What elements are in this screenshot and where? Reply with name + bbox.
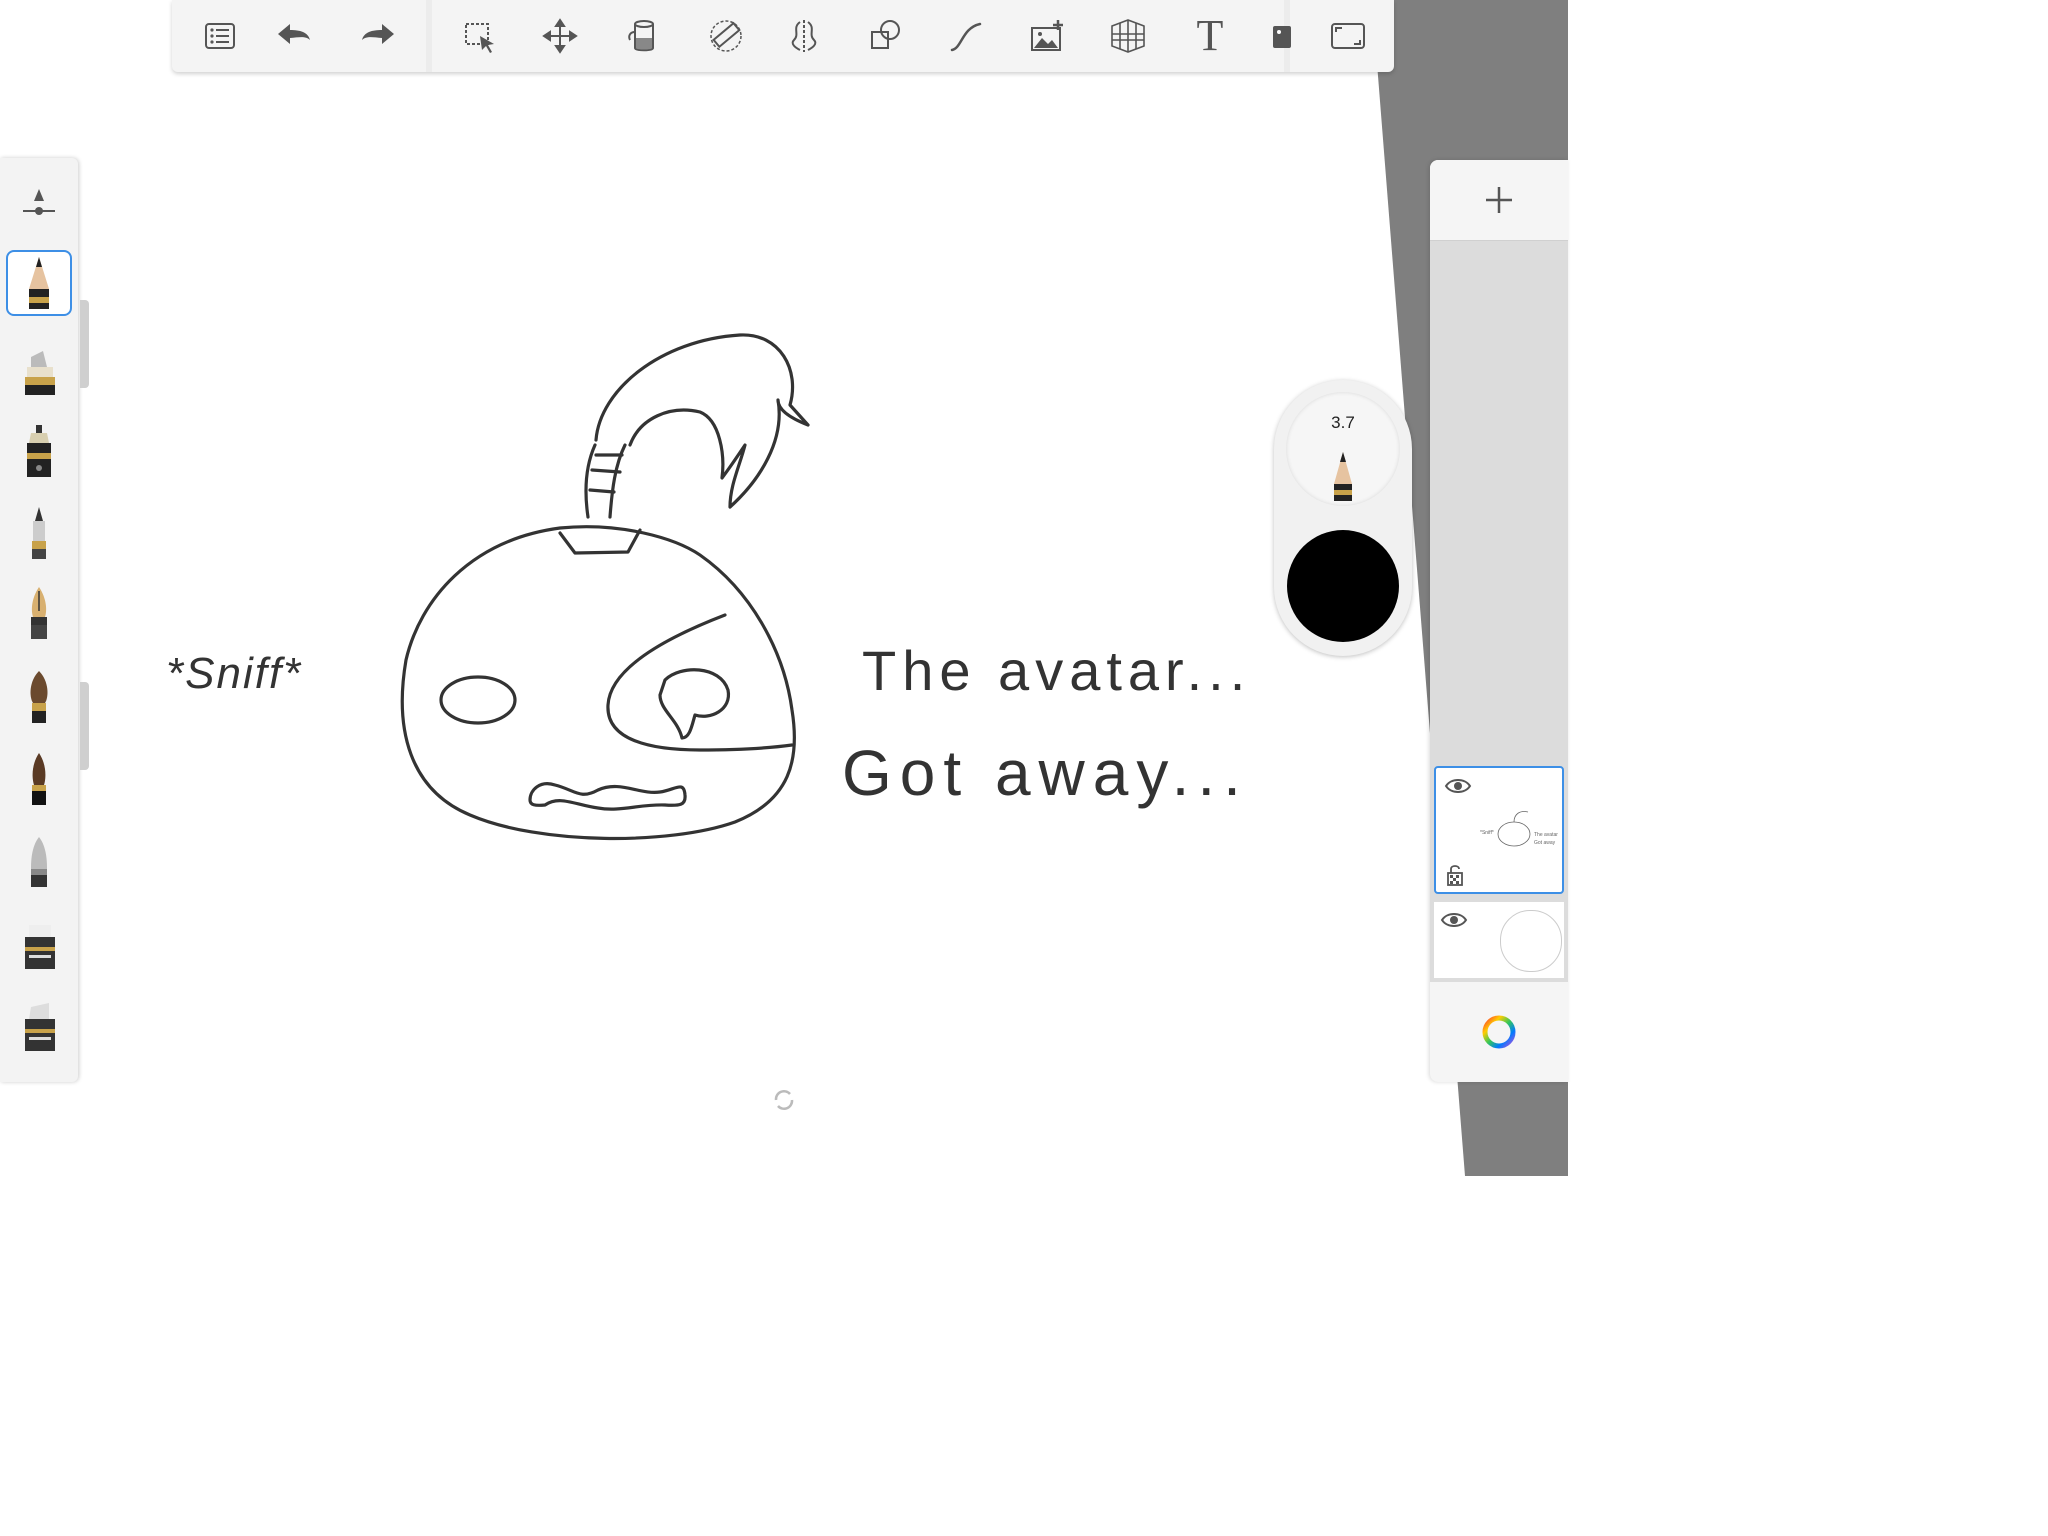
eraser-icon [25,1003,55,1051]
tag-button[interactable] [1258,12,1306,60]
brush-fountain-pen[interactable] [6,580,72,646]
lock-icon[interactable] [1446,864,1464,886]
chisel-marker-icon [25,925,55,969]
sync-icon [774,1090,794,1110]
fountain-pen-icon [31,587,47,639]
eye-icon[interactable] [1440,910,1468,930]
shapes-icon [871,20,900,49]
ruler-button[interactable] [702,12,750,60]
paint-bucket-icon [628,20,654,52]
perspective-button[interactable] [1104,12,1152,60]
svg-text:*Sniff*: *Sniff* [1480,830,1494,836]
add-image-icon [1031,20,1063,51]
select-button[interactable] [456,12,504,60]
top-toolbar: T [172,0,1394,72]
brush-palette [0,158,78,1082]
drawing-antenna-base [558,528,642,555]
brush-properties-button[interactable] [6,170,72,236]
shapes-button[interactable] [862,12,910,60]
transform-button[interactable] [536,12,584,60]
list-icon [205,23,235,49]
canvas-text-sniff: *Sniff* [166,649,302,698]
ruler-icon [710,20,742,52]
brush-chisel[interactable] [6,910,72,976]
technical-pen-icon [27,425,51,477]
palette-scroll-handle[interactable] [80,682,89,770]
layer-preview: *Sniff* The avatar Got away [1480,811,1558,847]
brush-size-control[interactable]: 3.7 [1286,392,1400,506]
palette-scroll-handle[interactable] [80,300,89,388]
toolbar-divider [426,0,432,72]
drawing-right-eye [606,613,794,752]
fullscreen-icon [1331,23,1365,49]
pencil-icon [1334,452,1352,501]
undo-icon [278,24,310,44]
image-button[interactable] [1024,12,1072,60]
eye-icon[interactable] [1444,776,1472,796]
brush-puck: 3.7 [1274,380,1412,656]
brush-airbrush[interactable] [6,828,72,894]
move-icon [542,18,578,54]
canvas-text-line1: The avatar... [862,639,1251,702]
brush-eraser[interactable] [6,992,72,1058]
current-color-swatch[interactable] [1287,530,1399,642]
color-wheel-area [1430,982,1568,1082]
paint-brush-icon [30,671,48,723]
brush-paint[interactable] [6,664,72,730]
text-tool-button[interactable]: T [1186,12,1234,60]
canvas-text-line2: Got away... [842,737,1249,809]
drawing-head-outline [400,525,796,841]
svg-text:The avatar: The avatar [1534,832,1558,838]
layer-thumbnail-drawing[interactable]: *Sniff* The avatar Got away [1434,766,1564,894]
stroke-button[interactable] [942,12,990,60]
layer-panel: *Sniff* The avatar Got away [1430,160,1568,1082]
add-layer-button[interactable] [1430,160,1568,241]
layer-thumbnail-background[interactable] [1434,902,1564,978]
pencil-icon [29,257,49,309]
brush-size-value: 3.7 [1331,413,1355,432]
drawing-left-eye [439,675,517,725]
redo-button[interactable] [354,12,402,60]
drawing-mouth [528,782,687,811]
ink-brush-icon [32,753,46,805]
selection-icon [465,23,494,53]
drawing-antenna-tuft [594,333,810,509]
ballpoint-pen-icon [32,507,46,559]
background-color-circle[interactable] [1500,910,1562,972]
curve-icon [950,22,982,52]
brush-properties-icon [23,189,55,215]
svg-text:Got away: Got away [1534,840,1556,846]
plus-icon [1486,187,1512,213]
symmetry-button[interactable] [780,12,828,60]
brush-ballpoint[interactable] [6,500,72,566]
marker-icon [25,351,55,395]
list-button[interactable] [196,12,244,60]
symmetry-icon [791,20,817,52]
fullscreen-button[interactable] [1324,12,1372,60]
color-wheel-icon[interactable] [1481,1014,1517,1050]
perspective-grid-icon [1111,19,1145,53]
airbrush-icon [31,837,47,887]
text-icon: T [1196,11,1224,60]
brush-ink[interactable] [6,746,72,812]
redo-icon [362,24,394,44]
undo-button[interactable] [270,12,318,60]
brush-technical-pen[interactable] [6,418,72,484]
brush-pencil[interactable] [6,250,72,316]
brush-marker[interactable] [6,338,72,404]
fill-button[interactable] [618,12,666,60]
tag-icon [1273,26,1291,48]
